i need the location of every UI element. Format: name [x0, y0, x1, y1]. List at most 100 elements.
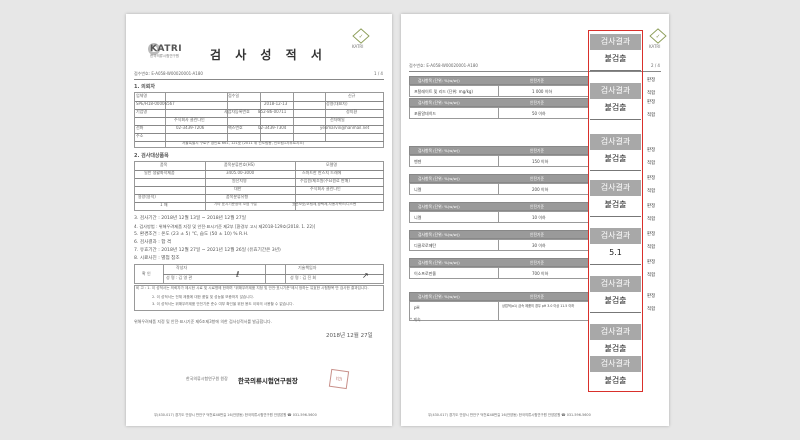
result-judge: 적합	[647, 307, 656, 312]
col-item-label: 검사항목 (단위: %(w/w))	[418, 100, 460, 105]
signature-table	[134, 264, 384, 284]
result-row-header: 검사항목 (단위: %(w/w)) 안전기준	[409, 76, 589, 85]
item-cell: 일반 생활화학제품	[144, 170, 175, 175]
katri-emblem-icon: ✓	[352, 28, 370, 44]
section-requester: 1. 의뢰자	[134, 84, 155, 90]
section-condition: 5. 환경조건 : 온도 (23 ± 5) ℃, 습도 (50 ± 10) % …	[134, 232, 249, 237]
req-cell: 신규	[348, 93, 356, 98]
result-divider	[590, 70, 641, 71]
result-limit: 700 이하	[532, 271, 549, 276]
item-cell: 스마트한 판스지 드래에	[302, 170, 342, 175]
col-judge-label: 판정	[647, 260, 656, 265]
page-indicator: 1 / 4	[374, 71, 383, 76]
certificate-page-1: ✓ KATRI KATRI 한국의류시험연구원 검 사 성 적 서 접수번호: …	[126, 14, 392, 426]
katri-emblem-icon: ✓	[649, 28, 667, 44]
sign-name: 성 명 : 김 진 회	[290, 275, 317, 280]
req-cell: 전자메일	[330, 117, 345, 122]
emblem-label: KATRI	[649, 44, 661, 49]
result-row: 니켈 10 이하	[409, 211, 589, 223]
result-item: 이소프로판올	[414, 271, 437, 276]
col-item-label: 검사항목 (단위: %(w/w))	[418, 260, 460, 265]
section-photo: 8. 시료사진 : 별첨 참조	[134, 256, 180, 261]
col-limit-label: 안전기준	[530, 232, 544, 237]
result-header-cell: 검사결과	[590, 324, 641, 340]
req-cell: SPE/H18-00006567	[136, 101, 175, 106]
col-limit-label: 안전기준	[530, 78, 544, 83]
result-value-cell: 불검출	[604, 154, 627, 163]
item-cell: 모델명	[326, 162, 338, 167]
item-cell: 기타 표시기준상의 오염 구분	[214, 202, 258, 206]
req-cell: 업체명	[136, 93, 148, 98]
req-cell: 팩스번호	[228, 125, 243, 130]
col-limit-label: 안전기준	[530, 260, 544, 265]
result-limit: 150 이하	[532, 159, 549, 164]
result-divider	[590, 216, 641, 217]
req-cell: 전화	[136, 125, 144, 130]
result-value-cell: 불검출	[604, 296, 627, 305]
result-row-header: 검사항목 (단위: %(w/w)) 안전기준	[409, 202, 589, 211]
emblem-label: KATRI	[352, 44, 364, 49]
result-limit: 50 이하	[532, 111, 546, 116]
result-judge: 적합	[647, 217, 656, 222]
col-item-label: 검사항목 (단위: %(w/w))	[418, 232, 460, 237]
col-judge-label: 판정	[647, 294, 656, 299]
sign-name: 성 명 : 김 영 관	[166, 275, 193, 280]
item-cell: 원산지명	[232, 178, 247, 183]
result-judge: 적합	[647, 161, 656, 166]
req-cell: 02-3439-7304	[258, 125, 287, 130]
issuer-name: 한국의류시험연구원장	[238, 377, 298, 385]
req-cell: 02-3439-7206	[176, 125, 205, 130]
result-value-cell: 불검출	[604, 103, 627, 112]
section-items: 2. 검사대상품목	[134, 153, 169, 159]
page-title: 검 사 성 적 서	[210, 48, 327, 62]
result-row-header: 검사항목 (단위: %(w/w)) 안전기준	[409, 98, 589, 107]
address-2: 우(430-017) 경기도 안양시 만안구 덕천로48번길 16(안양동) 한…	[428, 413, 591, 417]
item-cell: 대한	[234, 186, 242, 191]
result-divider	[590, 170, 641, 171]
result-limit: 1 000 이하	[532, 89, 553, 94]
req-cell: 852-86-00711	[258, 109, 287, 114]
page-indicator: 2 / 4	[651, 63, 660, 68]
katri-logo-sub: 한국의류시험연구원	[150, 54, 179, 58]
result-row-header: 검사항목 (단위: %(w/w)) 안전기준	[409, 146, 589, 155]
result-row: 벤젠 150 이하	[409, 155, 589, 167]
section-validity: 7. 유효기간 : 2018년 12월 27일 ~ 2021년 12월 26일 …	[134, 248, 281, 253]
section-standard: 4. 검사방법 : 위해우려제품 지정 및 안전·표시기준 제2부 [환경부 고…	[134, 224, 316, 229]
result-header-cell: 검사결과	[590, 180, 641, 196]
item-cell: 주식회사 클린나인	[310, 186, 341, 191]
result-divider	[590, 312, 641, 313]
col-judge-label: 판정	[647, 232, 656, 237]
col-judge-label: 판정	[647, 100, 656, 105]
result-value-cell: 5.1	[609, 248, 622, 257]
result-judge: 적합	[647, 113, 656, 118]
item-cell: 수입원/제조원(주요원료 판매)	[300, 178, 350, 183]
col-judge-label: 판정	[647, 148, 656, 153]
result-judge: 적합	[647, 91, 656, 96]
katri-logo: KATRI	[150, 44, 183, 54]
col-item-label: 검사항목 (단위: %(w/w))	[418, 78, 460, 83]
note: 3. 이 성적서는 위해우려제품 안전기준 준수 여부 확인을 위한 용도 이외…	[152, 302, 294, 306]
result-row: 니켈 200 이하	[409, 183, 589, 195]
result-limit: 200 이하	[532, 187, 549, 192]
item-cell: 3405.00-3000	[226, 170, 255, 175]
result-row: 이소프로판올 700 이하	[409, 267, 589, 279]
result-header-cell: 검사결과	[590, 276, 641, 292]
col-limit-label: 안전기준	[530, 204, 544, 209]
sign-role: 작성자	[176, 265, 188, 270]
item-cell: 표면보호/코팅제,광택제,자동차왁스/디스펜	[292, 202, 357, 206]
col-item-label: 검사항목 (단위: %(w/w))	[418, 176, 460, 181]
col-judge-label: 판정	[647, 176, 656, 181]
continue-note: * 계속	[410, 317, 421, 322]
col-limit-label: 안전기준	[530, 294, 544, 299]
result-judge: 적합	[647, 245, 656, 250]
result-limit: 30 이하	[532, 243, 546, 248]
result-item: 니켈	[414, 187, 422, 192]
item-cell: 1 매	[160, 202, 168, 207]
req-address: 서울특별시 구로구 경인로 661, 121호 (2011 위 신도림동, 신도…	[182, 141, 305, 145]
req-cell: 정지환	[346, 109, 358, 114]
section-period: 3. 검사기간 : 2018년 12월 13일 ~ 2018년 12월 27일	[134, 216, 246, 221]
req-cell: yeomarvin@hanmail.net	[320, 125, 370, 130]
result-judge: 적합	[647, 189, 656, 194]
req-cell: 기업명	[136, 109, 148, 114]
result-row-header: 검사항목 (단위: %(w/w)) 안전기준	[409, 292, 589, 301]
